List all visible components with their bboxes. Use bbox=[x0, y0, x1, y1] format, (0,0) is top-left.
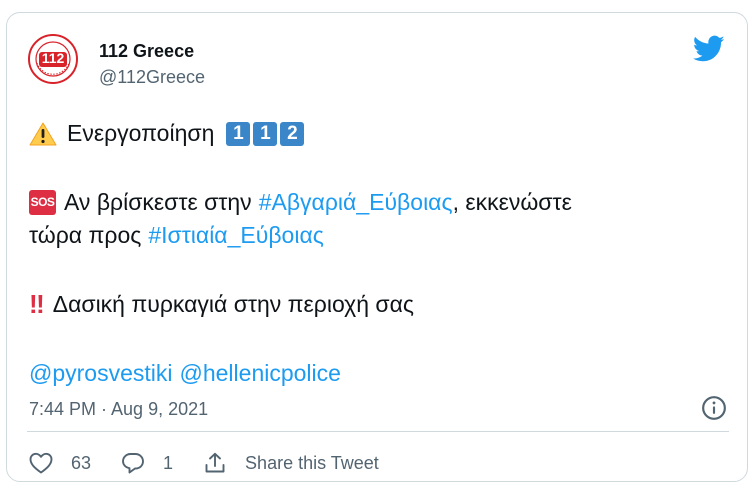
mention-hellenicpolice[interactable]: @hellenicpolice bbox=[180, 357, 341, 390]
share-button[interactable]: Share this Tweet bbox=[203, 451, 379, 475]
tweet-line-mentions: @pyrosvestiki @hellenicpolice bbox=[29, 357, 729, 390]
evacuate-text-before: Αν βρίσκεστε στην bbox=[64, 189, 252, 215]
avatar-text: 112 bbox=[41, 50, 65, 66]
tweet-line-evacuate-cont: τώρα προς #Ιστιαία_Εύβοιας bbox=[29, 219, 729, 252]
double-exclamation-icon: ‼ bbox=[29, 289, 45, 319]
hashtag-istiaia[interactable]: #Ιστιαία_Εύβοιας bbox=[148, 219, 324, 252]
warning-icon bbox=[29, 122, 57, 145]
like-count: 63 bbox=[71, 452, 92, 473]
hashtag-avgaria[interactable]: #Αβγαριά_Εύβοιας bbox=[259, 186, 453, 219]
tweet-line-fire: ‼ Δασική πυρκαγιά στην περιοχή σας bbox=[29, 288, 729, 321]
action-bar: 63 1 Share this Tweet bbox=[29, 451, 409, 475]
divider bbox=[27, 431, 729, 432]
activation-text: Ενεργοποίηση bbox=[67, 120, 215, 146]
keycap-1: 1 bbox=[253, 121, 278, 146]
like-button[interactable]: 63 bbox=[29, 452, 91, 474]
avatar[interactable]: 112 bbox=[27, 33, 79, 85]
tweet-card[interactable]: 112 112 Greece @112Greece Ενεργοποίηση 1… bbox=[6, 12, 748, 482]
reply-icon bbox=[122, 453, 144, 474]
share-icon bbox=[205, 452, 225, 473]
evacuate-text-after: , εκκενώστε bbox=[452, 189, 572, 215]
tweet-line-activation: Ενεργοποίηση 1 1 2 bbox=[29, 117, 729, 150]
heart-icon bbox=[29, 452, 53, 474]
fire-text: Δασική πυρκαγιά στην περιοχή σας bbox=[52, 291, 414, 317]
tweet-text: Ενεργοποίηση 1 1 2 SOS Αν βρίσκεστε στην… bbox=[29, 117, 729, 390]
sos-icon: SOS bbox=[29, 190, 56, 215]
twitter-bird-icon[interactable] bbox=[693, 35, 725, 63]
keycap-1: 1 bbox=[226, 121, 251, 146]
reply-count: 1 bbox=[163, 452, 174, 473]
mention-pyrosvestiki[interactable]: @pyrosvestiki bbox=[29, 357, 173, 390]
reply-button[interactable]: 1 bbox=[121, 452, 173, 474]
share-label: Share this Tweet bbox=[245, 452, 379, 473]
timestamp[interactable]: 7:44 PM · Aug 9, 2021 bbox=[29, 399, 208, 420]
tweet-line-evacuate: SOS Αν βρίσκεστε στην #Αβγαριά_Εύβοιας ,… bbox=[29, 186, 729, 219]
account-handle[interactable]: @112Greece bbox=[99, 67, 205, 88]
info-icon[interactable] bbox=[701, 395, 727, 421]
evacuate-text-cont: τώρα προς bbox=[29, 222, 142, 248]
keycap-2: 2 bbox=[280, 121, 305, 146]
account-name[interactable]: 112 Greece bbox=[99, 41, 194, 62]
